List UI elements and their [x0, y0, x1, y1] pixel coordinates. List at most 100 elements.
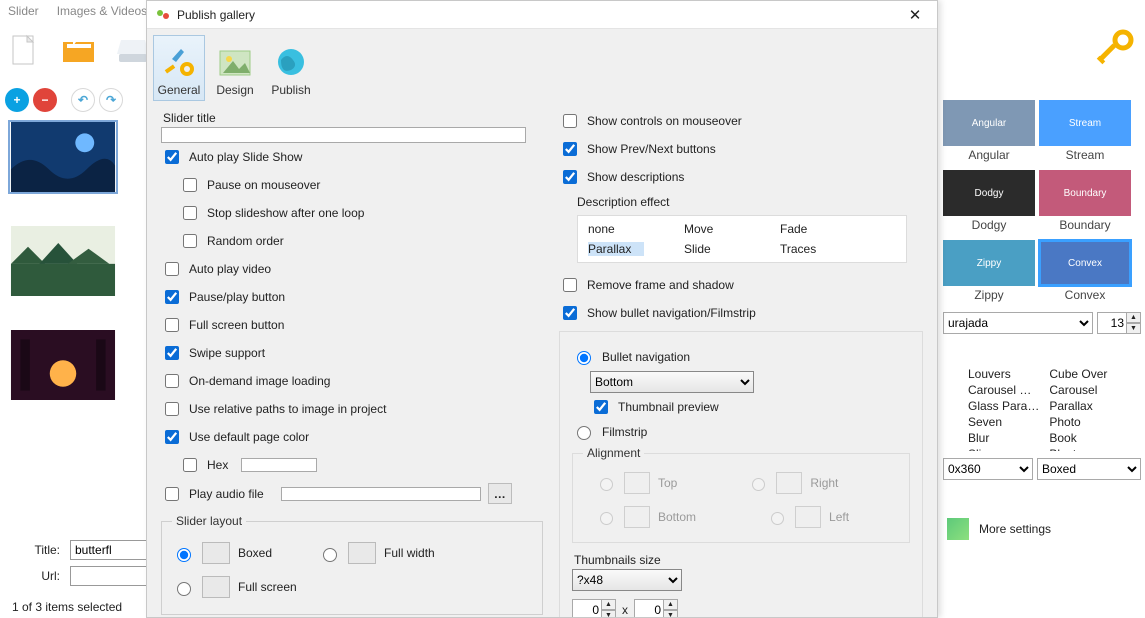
template-boundary[interactable]: BoundaryBoundary [1039, 170, 1131, 236]
rotate-right-button[interactable]: ↷ [99, 88, 123, 112]
key-icon[interactable] [1093, 28, 1135, 73]
spin-up[interactable]: ▲ [1126, 312, 1141, 323]
full-width-icon [348, 542, 376, 564]
slider-title-label: Slider title [163, 111, 543, 125]
effect-move[interactable]: Move [684, 222, 740, 236]
chk-pause-btn[interactable] [165, 290, 179, 304]
list-item[interactable]: Glass Para… [968, 399, 1039, 413]
thumb-w-spinner[interactable]: ▲▼ [572, 599, 616, 617]
list-item[interactable]: Blur [968, 431, 1039, 445]
size-combo[interactable]: 0x360 [943, 458, 1033, 480]
thumb-size-combo[interactable]: ?x48 [572, 569, 682, 591]
chk-show-desc[interactable] [563, 170, 577, 184]
audio-path-input[interactable] [281, 487, 481, 501]
chk-fullscreen[interactable] [165, 318, 179, 332]
chk-show-bullet[interactable] [563, 306, 577, 320]
list-item[interactable]: Photo [1049, 415, 1107, 429]
thumbnail-item[interactable] [8, 224, 118, 298]
effect-slide[interactable]: Slide [684, 242, 740, 256]
radio-bullet-nav[interactable] [577, 351, 591, 365]
spin-up[interactable]: ▲ [601, 599, 616, 610]
chk-swipe[interactable] [165, 346, 179, 360]
list-item[interactable]: Cube Over [1049, 367, 1107, 381]
radio-filmstrip-label: Filmstrip [602, 425, 647, 439]
effect-traces[interactable]: Traces [780, 242, 836, 256]
chk-remove-frame[interactable] [563, 278, 577, 292]
effect-fade[interactable]: Fade [780, 222, 836, 236]
chk-auto-play[interactable] [165, 150, 179, 164]
remove-button[interactable]: − [33, 88, 57, 112]
tab-publish[interactable]: Publish [265, 35, 317, 101]
effects-list[interactable]: Louvers Carousel … Glass Para… Seven Blur Sli… [943, 366, 1141, 452]
radio-filmstrip[interactable] [577, 426, 591, 440]
chk-hex[interactable] [183, 458, 197, 472]
bg-tab-images[interactable]: Images & Videos [57, 4, 148, 20]
font-size-input[interactable] [1097, 312, 1127, 334]
tab-design[interactable]: Design [209, 35, 261, 101]
list-item[interactable]: Carousel … [968, 383, 1039, 397]
list-item[interactable]: Louvers [968, 367, 1039, 381]
full-screen-icon [202, 576, 230, 598]
effect-parallax[interactable]: Parallax [588, 242, 644, 256]
radio-boxed[interactable] [177, 548, 191, 562]
chk-show-prev[interactable] [563, 142, 577, 156]
chk-thumb-preview[interactable] [594, 400, 608, 414]
close-button[interactable]: ✕ [901, 6, 929, 24]
font-size-spinner[interactable]: ▲▼ [1097, 312, 1141, 334]
effect-none[interactable]: none [588, 222, 644, 236]
slider-title-input[interactable] [161, 127, 526, 143]
thumb-size-label: Thumbnails size [574, 553, 910, 567]
list-item[interactable]: Seven [968, 415, 1039, 429]
font-combo[interactable]: urajada [943, 312, 1093, 334]
bg-tab-slider[interactable]: Slider [8, 4, 39, 20]
thumbnail-item[interactable] [8, 120, 118, 194]
audio-browse-button[interactable]: … [488, 483, 512, 504]
app-icon [155, 7, 171, 23]
list-item[interactable]: Blast [1049, 447, 1107, 452]
add-button[interactable]: + [5, 88, 29, 112]
more-settings-button[interactable]: More settings [943, 518, 1141, 540]
tab-design-label: Design [216, 83, 253, 97]
spin-down[interactable]: ▼ [663, 610, 678, 617]
radio-full-width[interactable] [323, 548, 337, 562]
template-angular[interactable]: AngularAngular [943, 100, 1035, 166]
chk-random[interactable] [183, 234, 197, 248]
list-item[interactable]: Carousel [1049, 383, 1107, 397]
chk-rel-paths[interactable] [165, 402, 179, 416]
chk-auto-video[interactable] [165, 262, 179, 276]
desc-effect-list[interactable]: none Move Fade Parallax Slide Traces [577, 215, 907, 263]
new-file-icon[interactable] [5, 30, 45, 70]
thumb-h-spinner[interactable]: ▲▼ [634, 599, 678, 617]
template-stream[interactable]: StreamStream [1039, 100, 1131, 166]
radio-full-screen[interactable] [177, 582, 191, 596]
thumbnails-list [8, 120, 138, 538]
spin-down[interactable]: ▼ [601, 610, 616, 617]
thumb-w-input[interactable] [572, 599, 602, 617]
list-item[interactable]: Book [1049, 431, 1107, 445]
chk-default-color[interactable] [165, 430, 179, 444]
template-convex[interactable]: ConvexConvex [1039, 240, 1131, 306]
thumbnail-item[interactable] [8, 328, 118, 402]
align-bottom [600, 512, 613, 525]
thumb-h-input[interactable] [634, 599, 664, 617]
hex-input[interactable] [241, 458, 317, 472]
tab-general[interactable]: General [153, 35, 205, 101]
template-zippy[interactable]: ZippyZippy [943, 240, 1035, 306]
chk-show-ctrl[interactable] [563, 114, 577, 128]
chk-stop-loop[interactable] [183, 206, 197, 220]
chk-pause-mouse[interactable] [183, 178, 197, 192]
rotate-left-button[interactable]: ↶ [71, 88, 95, 112]
chk-on-demand[interactable] [165, 374, 179, 388]
alignment-legend: Alignment [583, 446, 644, 460]
chk-play-audio[interactable] [165, 487, 179, 501]
list-item[interactable]: Parallax [1049, 399, 1107, 413]
bullet-pos-combo[interactable]: Bottom [590, 371, 754, 393]
layout-combo[interactable]: Boxed [1037, 458, 1141, 480]
spin-down[interactable]: ▼ [1126, 323, 1141, 334]
chk-auto-video-label: Auto play video [189, 262, 271, 276]
picture-icon [217, 45, 253, 81]
spin-up[interactable]: ▲ [663, 599, 678, 610]
open-folder-icon[interactable] [59, 30, 99, 70]
list-item[interactable]: Slices [968, 447, 1039, 452]
template-dodgy[interactable]: DodgyDodgy [943, 170, 1035, 236]
